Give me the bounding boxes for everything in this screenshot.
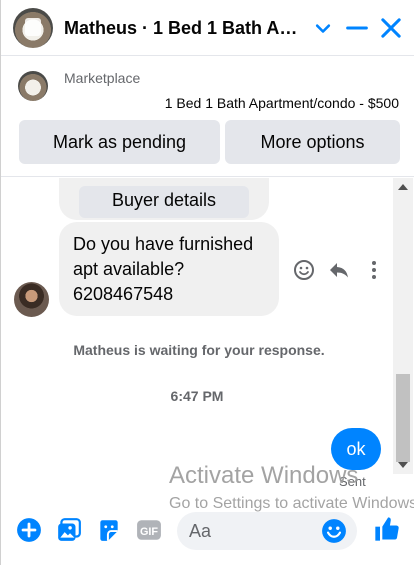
chevron-down-icon[interactable] [309, 14, 337, 42]
more-options-button[interactable]: More options [225, 120, 400, 164]
chat-window: Matheus · 1 Bed 1 Bath Ap... Marketplace… [0, 0, 414, 565]
gif-icon[interactable]: GIF [136, 517, 162, 543]
buyer-details-button[interactable]: Buyer details [79, 186, 249, 218]
emoji-icon[interactable] [321, 518, 347, 544]
listing-thumbnail[interactable] [18, 71, 48, 101]
message-input-wrapper[interactable] [177, 512, 357, 550]
emoji-reaction-icon[interactable] [292, 258, 316, 282]
like-icon[interactable] [373, 515, 401, 543]
reply-icon[interactable] [327, 258, 351, 282]
marketplace-label: Marketplace [64, 70, 141, 86]
plus-icon[interactable] [16, 517, 42, 543]
minimize-icon[interactable] [343, 14, 371, 42]
sender-avatar[interactable] [14, 282, 49, 317]
incoming-message[interactable]: Do you have furnished apt available? 620… [59, 222, 279, 316]
message-line: Do you have furnished [73, 234, 254, 254]
photo-icon[interactable] [56, 517, 82, 543]
message-input[interactable] [189, 512, 319, 550]
scroll-down-arrow-icon[interactable] [398, 462, 408, 468]
sticker-icon[interactable] [96, 517, 122, 543]
scrollbar-thumb[interactable] [396, 374, 410, 462]
message-list[interactable]: Buyer details Do you have furnished apt … [1, 178, 393, 508]
buyer-details-card: Buyer details [59, 178, 269, 220]
chat-header[interactable]: Matheus · 1 Bed 1 Bath Ap... [1, 0, 414, 56]
waiting-notice: Matheus is waiting for your response. [73, 342, 325, 358]
scroll-up-arrow-icon[interactable] [398, 184, 408, 190]
svg-text:GIF: GIF [140, 526, 158, 538]
close-icon[interactable] [377, 14, 405, 42]
message-composer: GIF [1, 508, 414, 552]
message-line: 6208467548 [73, 284, 174, 304]
marketplace-panel: Marketplace 1 Bed 1 Bath Apartment/condo… [1, 57, 414, 177]
message-timestamp: 6:47 PM [170, 388, 224, 404]
conversation-title[interactable]: Matheus · 1 Bed 1 Bath Ap... [64, 18, 304, 39]
message-line: apt available? [73, 259, 185, 279]
more-icon[interactable] [362, 258, 386, 282]
listing-title[interactable]: 1 Bed 1 Bath Apartment/condo - $500 [165, 95, 399, 111]
listing-avatar[interactable] [13, 8, 53, 48]
activate-windows-title: Activate Windows [169, 462, 359, 489]
scrollbar[interactable] [393, 178, 413, 474]
mark-as-pending-button[interactable]: Mark as pending [19, 120, 220, 164]
